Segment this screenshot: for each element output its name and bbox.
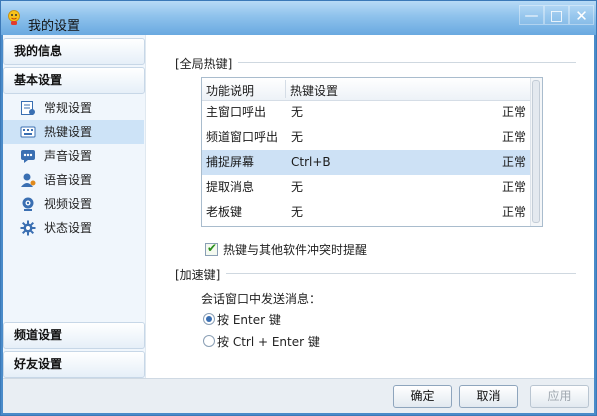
cancel-button[interactable]: 取消 [459, 385, 518, 408]
row-status: 正常 [502, 155, 527, 169]
column-header-hotkey[interactable]: 热键设置 [290, 82, 338, 99]
sidebar-item-label: 视频设置 [44, 197, 93, 211]
sidebar: 我的信息 基本设置 常规设置 热键设置 声音设置 语音设置 视频设置 状态设置 … [3, 35, 146, 379]
general-settings-icon [21, 101, 35, 115]
sidebar-item-voice[interactable]: 语音设置 [3, 168, 144, 192]
row-hotkey: 无 [291, 205, 304, 219]
sidebar-item-label: 声音设置 [44, 149, 93, 163]
sidebar-item-label: 热键设置 [44, 125, 93, 139]
section-divider [176, 273, 576, 274]
row-hotkey: 无 [291, 105, 304, 119]
table-row-selected[interactable]: 捕捉屏幕 Ctrl+B 正常 [202, 150, 532, 175]
row-status: 正常 [502, 180, 527, 194]
hotkey-settings-panel: [全局热键] 功能说明 热键设置 主窗口呼出 无 正常 频道窗口呼出 无 正常 [146, 35, 594, 379]
conflict-alert-label[interactable]: 热键与其他软件冲突时提醒 [223, 241, 367, 258]
table-row[interactable]: 提取消息 无 正常 [202, 175, 532, 200]
sidebar-item-label: 状态设置 [44, 221, 93, 235]
row-function: 老板键 [206, 205, 243, 219]
row-hotkey: Ctrl+B [291, 155, 331, 169]
column-separator[interactable] [285, 80, 286, 98]
sound-icon [21, 150, 35, 163]
sidebar-header-basic-settings[interactable]: 基本设置 [3, 67, 145, 94]
row-status: 正常 [502, 105, 527, 119]
sidebar-header-my-info[interactable]: 我的信息 [3, 38, 145, 65]
table-row[interactable]: 老板键 无 正常 [202, 200, 532, 225]
global-hotkeys-title: [全局热键] [175, 55, 239, 72]
accelerator-title: [加速键] [175, 266, 227, 283]
ctrl-enter-radio-label[interactable]: 按 Ctrl + Enter 键 [217, 333, 320, 350]
row-hotkey: 无 [291, 130, 304, 144]
close-button[interactable]: ✕ [569, 5, 594, 25]
ok-button[interactable]: 确定 [393, 385, 452, 408]
sidebar-item-label: 常规设置 [44, 101, 93, 115]
sidebar-item-hotkey[interactable]: 热键设置 [3, 120, 144, 144]
ctrl-enter-radio[interactable] [203, 335, 215, 347]
enter-radio-label[interactable]: 按 Enter 键 [217, 311, 281, 328]
row-function: 捕捉屏幕 [206, 155, 255, 169]
row-status: 正常 [502, 205, 527, 219]
conflict-alert-checkbox[interactable]: ✔ [205, 241, 218, 256]
dialog-footer: 确定 取消 应用 [3, 378, 594, 413]
status-gear-icon [20, 220, 36, 236]
settings-window: 我的设置 — □ ✕ 我的信息 基本设置 常规设置 热键设置 声音设置 语音设置… [0, 0, 597, 416]
enter-radio[interactable] [203, 313, 215, 325]
sidebar-header-channel-settings[interactable]: 频道设置 [3, 322, 145, 349]
sidebar-item-label: 语音设置 [44, 173, 93, 187]
window-title: 我的设置 [28, 19, 81, 34]
app-logo-icon [8, 10, 20, 25]
title-bar[interactable]: 我的设置 — □ ✕ [1, 1, 596, 35]
content-area: 我的信息 基本设置 常规设置 热键设置 声音设置 语音设置 视频设置 状态设置 … [3, 35, 594, 379]
row-function: 主窗口呼出 [206, 105, 267, 119]
table-scrollbar[interactable] [530, 78, 542, 226]
scrollbar-thumb[interactable] [532, 80, 540, 223]
row-function: 频道窗口呼出 [206, 130, 279, 144]
maximize-button[interactable]: □ [544, 5, 569, 25]
voice-icon [21, 173, 36, 187]
sidebar-item-video[interactable]: 视频设置 [3, 192, 144, 216]
table-row[interactable]: 主窗口呼出 无 正常 [202, 100, 532, 125]
apply-button[interactable]: 应用 [530, 385, 589, 408]
row-status: 正常 [502, 130, 527, 144]
table-row[interactable]: 频道窗口呼出 无 正常 [202, 125, 532, 150]
sidebar-item-general[interactable]: 常规设置 [3, 96, 144, 120]
sidebar-item-sound[interactable]: 声音设置 [3, 144, 144, 168]
sidebar-header-friend-settings[interactable]: 好友设置 [3, 351, 145, 378]
checkmark-icon: ✔ [207, 241, 218, 255]
hotkey-table[interactable]: 功能说明 热键设置 主窗口呼出 无 正常 频道窗口呼出 无 正常 捕捉屏幕 Ct… [201, 77, 543, 227]
table-header: 功能说明 热键设置 [202, 78, 532, 101]
column-header-function[interactable]: 功能说明 [206, 82, 254, 99]
hotkey-icon [20, 126, 36, 138]
sidebar-item-status[interactable]: 状态设置 [3, 216, 144, 240]
row-function: 提取消息 [206, 180, 255, 194]
send-message-label: 会话窗口中发送消息： [201, 292, 322, 306]
row-hotkey: 无 [291, 180, 304, 194]
video-icon [22, 197, 34, 211]
minimize-button[interactable]: — [519, 5, 544, 25]
